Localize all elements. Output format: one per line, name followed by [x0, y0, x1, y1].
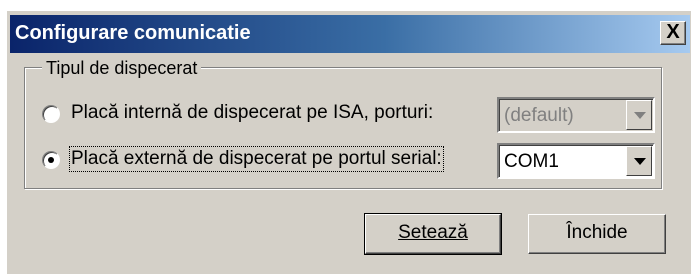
chevron-down-icon[interactable] [626, 146, 652, 176]
close-button-label: Închide [566, 222, 628, 243]
window-title: Configurare comunicatie [15, 22, 251, 44]
group-legend: Tipul de dispecerat [42, 58, 202, 79]
radio-external-serial[interactable] [42, 151, 60, 169]
close-icon[interactable]: X [660, 21, 686, 45]
serial-port-value: COM1 [504, 151, 559, 172]
serial-port-select[interactable]: COM1 [497, 143, 655, 179]
label-internal-isa: Placă internă de dispecerat pe ISA, port… [71, 102, 434, 123]
set-button-label: Setează [398, 222, 468, 243]
set-button[interactable]: Setează [364, 213, 502, 255]
isa-port-value: (default) [504, 105, 574, 126]
close-button[interactable]: Închide [528, 214, 666, 254]
radio-internal-isa[interactable] [42, 105, 60, 123]
isa-port-select[interactable]: (default) [497, 97, 655, 133]
label-external-serial: Placă externă de dispecerat pe portul se… [69, 146, 444, 172]
title-bar[interactable]: Configurare comunicatie X [10, 15, 690, 53]
chevron-down-icon[interactable] [626, 100, 652, 130]
